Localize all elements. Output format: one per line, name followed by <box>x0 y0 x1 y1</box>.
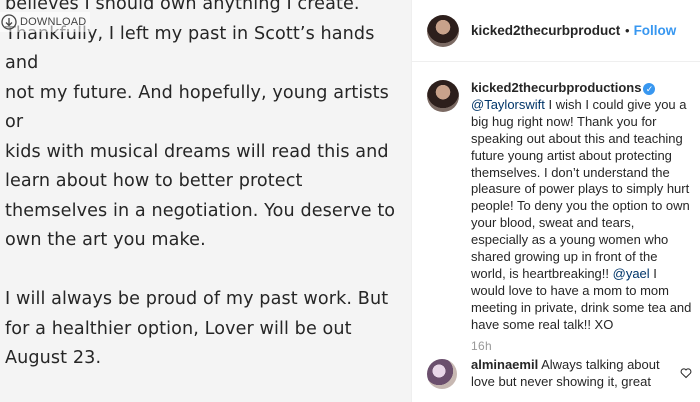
post-text-line: own the art you make. <box>5 230 206 250</box>
post-image: believes I should own anything I create.… <box>0 0 411 402</box>
caption-comment: kicked2thecurbproductions ✓ @Taylorswift … <box>427 80 693 334</box>
verified-badge-icon: ✓ <box>643 83 656 95</box>
header-separator: • <box>625 23 630 38</box>
post-text-line: I will always be proud of my past work. … <box>5 289 389 309</box>
post-text-line: themselves in a negotiation. You deserve… <box>5 200 396 221</box>
post-text-line: not my future. And hopefully, young arti… <box>5 82 389 133</box>
commenter-avatar[interactable] <box>427 80 459 112</box>
comment-username[interactable]: alminaemil <box>471 357 538 372</box>
post-text-line: learn about how to better protect <box>5 171 303 191</box>
follow-button[interactable]: Follow <box>634 23 677 38</box>
reply-comment-body: alminaemil Always talking about love but… <box>471 357 671 391</box>
post-side-panel: kicked2thecurbproductior • Follow kicked… <box>411 0 700 402</box>
download-button[interactable]: DOWNLOAD <box>0 12 91 32</box>
header-username[interactable]: kicked2thecurbproductior <box>471 23 621 38</box>
post-caption-text: believes I should own anything I create.… <box>5 0 405 402</box>
post-text-line: kids with musical dreams will read this … <box>5 141 389 162</box>
avatar[interactable] <box>427 14 459 47</box>
commenter-avatar[interactable] <box>427 359 457 389</box>
reply-comment: alminaemil Always talking about love but… <box>427 357 693 391</box>
post-paragraph-1: believes I should own anything I create.… <box>5 0 405 256</box>
download-label: DOWNLOAD <box>20 16 87 28</box>
post-text-line: for a healthier option, Lover will be ou… <box>5 318 352 339</box>
comment-text: I wish I could give you a big hug right … <box>471 96 690 281</box>
post-text-line: August 23. <box>5 348 102 368</box>
comment-timestamp[interactable]: 16h <box>471 339 492 353</box>
mention-link[interactable]: @Taylorswift <box>471 97 545 112</box>
post-header: kicked2thecurbproductior • Follow <box>412 0 700 62</box>
heart-icon[interactable] <box>680 367 692 379</box>
mention-link[interactable]: @yael <box>613 266 650 281</box>
download-icon <box>1 14 17 30</box>
post-paragraph-2: I will always be proud of my past work. … <box>5 285 405 374</box>
comment-username[interactable]: kicked2thecurbproductions <box>471 80 641 95</box>
caption-comment-body: kicked2thecurbproductions ✓ @Taylorswift … <box>471 80 693 334</box>
